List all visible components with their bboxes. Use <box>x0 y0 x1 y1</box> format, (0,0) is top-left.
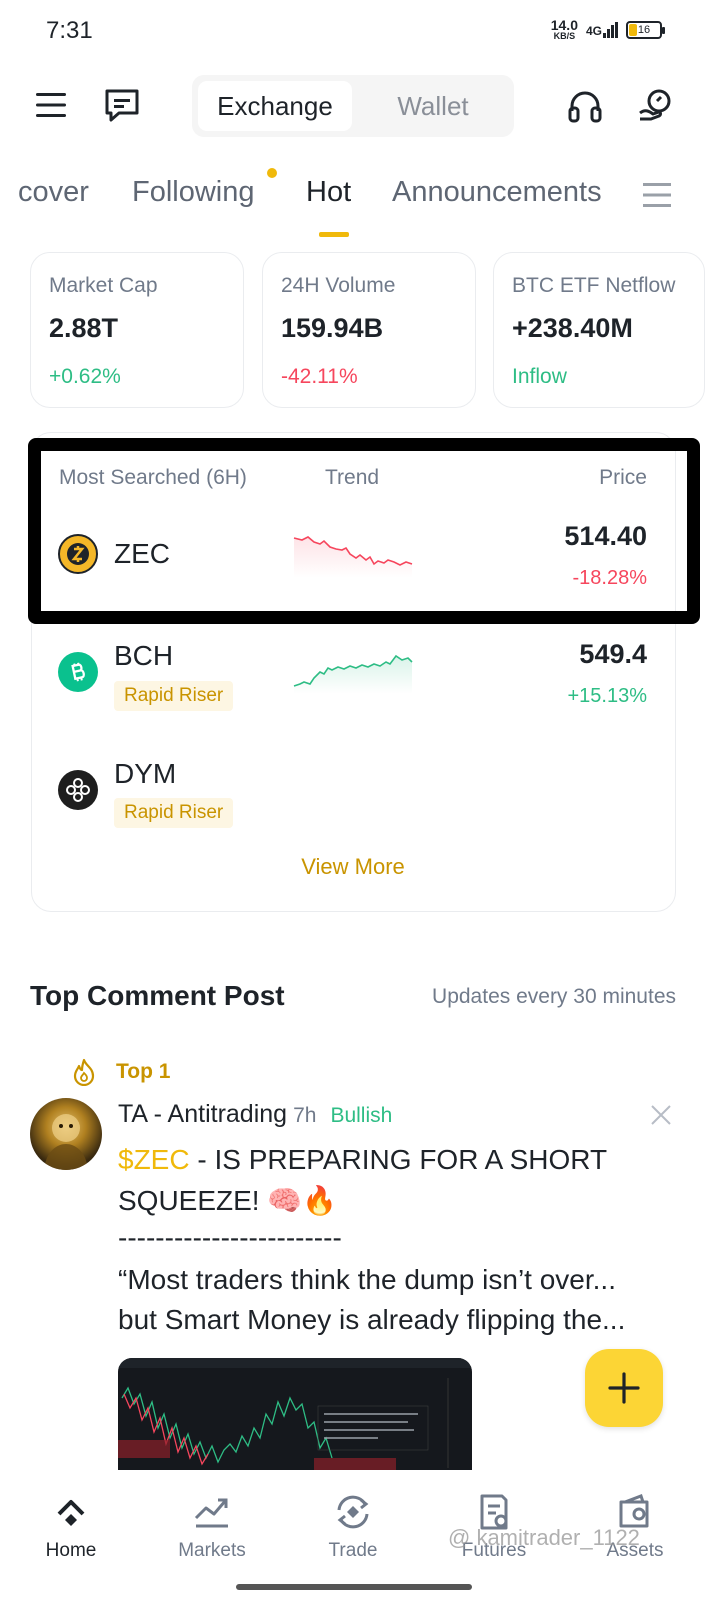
post-body-line2: but Smart Money is already flipping the.… <box>118 1304 626 1335</box>
highlight-box <box>28 438 700 624</box>
coin-price: 549.4 <box>579 639 647 669</box>
stat-change: +0.62% <box>49 365 121 388</box>
headset-icon[interactable] <box>566 88 604 126</box>
stat-label: 24H Volume <box>281 274 396 297</box>
create-post-button[interactable] <box>585 1349 663 1427</box>
rapid-riser-badge: Rapid Riser <box>114 798 234 828</box>
close-icon[interactable] <box>648 1102 674 1128</box>
nav-home[interactable]: Home <box>11 1492 131 1562</box>
sentiment-tag: Bullish <box>330 1104 393 1127</box>
author-name[interactable]: TA - Antitrading <box>118 1100 287 1128</box>
tab-exchange[interactable]: Exchange <box>198 81 352 131</box>
rapid-riser-badge: Rapid Riser <box>114 681 234 711</box>
coin-change: +15.13% <box>567 685 647 707</box>
stat-card-24h-volume[interactable]: 24H Volume 159.94B -42.11% <box>262 252 476 408</box>
section-title: Top Comment Post <box>30 980 285 1011</box>
battery-level: 16 <box>637 23 651 36</box>
rank-label: Top 1 <box>116 1060 171 1083</box>
fire-icon <box>70 1058 98 1086</box>
watermark: @ kamitrader_1122 <box>448 1525 640 1550</box>
exchange-wallet-toggle: Exchange Wallet <box>192 75 514 137</box>
headline-text: - IS PREPARING FOR A SHORT <box>189 1144 608 1175</box>
stat-value: 2.88T <box>49 313 119 343</box>
stat-change: Inflow <box>512 365 567 388</box>
post-body-line1: “Most traders think the dump isn’t over.… <box>118 1264 616 1295</box>
stat-value: 159.94B <box>281 313 384 343</box>
tab-following[interactable]: Following <box>132 176 255 209</box>
home-icon <box>57 1500 85 1526</box>
status-time: 7:31 <box>46 17 93 44</box>
chat-icon[interactable] <box>102 86 142 126</box>
post-divider: ------------------------ <box>118 1222 342 1253</box>
post-chart-image[interactable] <box>118 1358 472 1470</box>
net-speed: 14.0 KB/S <box>551 18 578 41</box>
nav-trade[interactable]: Trade <box>293 1492 413 1562</box>
nav-label: Home <box>45 1540 97 1561</box>
coin-symbol: BCH <box>114 640 174 671</box>
markets-icon <box>194 1498 228 1528</box>
stat-label: Market Cap <box>49 274 158 297</box>
post-time: 7h <box>293 1104 317 1127</box>
more-tabs-icon[interactable] <box>640 178 674 212</box>
status-right: 14.0 KB/S 4G 16 <box>551 18 665 41</box>
nav-label: Markets <box>178 1540 246 1561</box>
dashboard-icon[interactable] <box>636 86 676 126</box>
tab-announcements[interactable]: Announcements <box>392 176 602 209</box>
post-headline-line2: SQUEEZE! 🧠🔥 <box>118 1185 338 1216</box>
bch-trend-sparkline <box>293 654 413 694</box>
stat-label: BTC ETF Netflow <box>512 274 676 297</box>
nav-label: Trade <box>328 1540 378 1561</box>
stat-card-market-cap[interactable]: Market Cap 2.88T +0.62% <box>30 252 244 408</box>
gesture-bar[interactable] <box>236 1584 472 1590</box>
stat-value: +238.40M <box>512 313 633 343</box>
post-headline[interactable]: $ZEC - IS PREPARING FOR A SHORT <box>118 1144 607 1176</box>
tab-hot[interactable]: Hot <box>306 176 351 209</box>
menu-icon[interactable] <box>34 88 68 122</box>
stat-card-btc-etf-netflow[interactable]: BTC ETF Netflow +238.40M Inflow <box>493 252 705 408</box>
tab-discover[interactable]: cover <box>18 176 89 209</box>
network-type: 4G <box>585 23 602 38</box>
post-author-line: TA - Antitrading 7h Bullish <box>118 1100 392 1129</box>
notification-dot <box>267 168 277 178</box>
battery-icon: 16 <box>626 20 665 39</box>
coin-symbol: DYM <box>114 758 177 789</box>
nav-markets[interactable]: Markets <box>152 1492 272 1562</box>
net-speed-value: 14.0 <box>550 17 578 33</box>
active-tab-indicator <box>319 232 349 237</box>
trade-icon <box>337 1495 369 1529</box>
signal-icon: 4G <box>585 21 618 38</box>
stat-change: -42.11% <box>281 365 358 388</box>
bch-coin-icon <box>58 652 98 692</box>
dym-coin-icon <box>58 770 98 810</box>
plus-icon <box>608 1372 640 1404</box>
feed-tabs: cover Following Hot Announcements <box>0 160 720 240</box>
ticker-tag[interactable]: $ZEC <box>118 1144 190 1175</box>
view-more-link[interactable]: View More <box>0 854 706 880</box>
status-bar: 7:31 14.0 KB/S 4G 16 <box>0 0 720 62</box>
section-subtitle: Updates every 30 minutes <box>432 985 676 1008</box>
top-header: Exchange Wallet <box>0 74 720 140</box>
tab-wallet[interactable]: Wallet <box>358 81 508 131</box>
net-speed-unit: KB/S <box>553 31 576 41</box>
avatar[interactable] <box>30 1098 102 1170</box>
